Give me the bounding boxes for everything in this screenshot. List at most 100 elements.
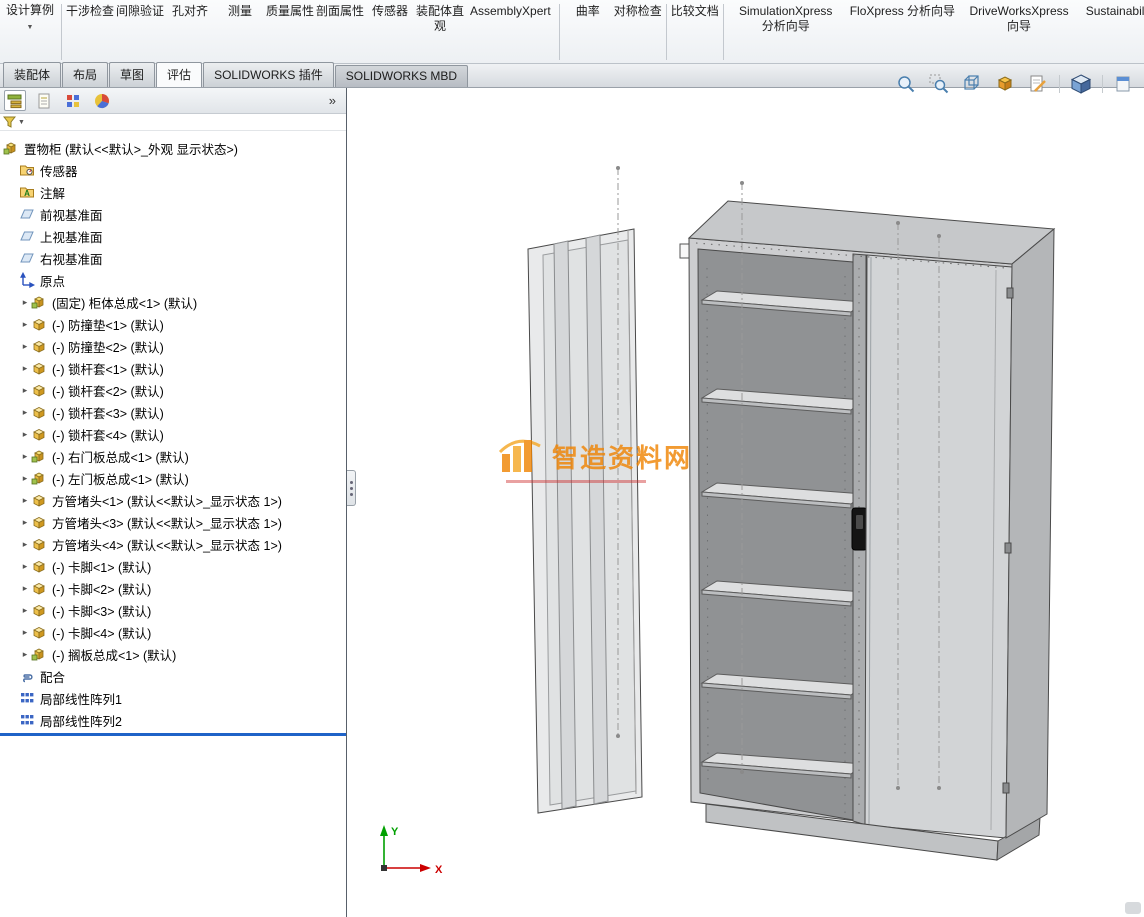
tree-item-label: 配合	[40, 667, 65, 686]
tree-item-label: 方管堵头<1> (默认<<默认>_显示状态 1>)	[52, 491, 282, 510]
resize-grip[interactable]	[1125, 902, 1141, 914]
apply-scene-icon[interactable]	[1026, 73, 1050, 95]
expand-arrow-icon[interactable]: ▸	[19, 583, 31, 594]
expand-arrow-icon[interactable]: ▸	[19, 605, 31, 616]
tree-item[interactable]: ▸(-) 左门板总成<1> (默认)	[3, 467, 346, 489]
zoom-area-icon[interactable]	[927, 73, 951, 95]
tree-item-label: 上视基准面	[40, 227, 103, 246]
ribbon-button[interactable]: Sustainability	[1078, 3, 1144, 20]
tree-item[interactable]: A注解	[3, 181, 346, 203]
expand-arrow-icon[interactable]: ▸	[19, 319, 31, 330]
ribbon-button[interactable]: 曲率	[563, 3, 613, 20]
ribbon-button[interactable]: 传感器	[365, 3, 415, 20]
tree-item[interactable]: 配合	[3, 665, 346, 687]
tree-item[interactable]: ▸(-) 卡脚<4> (默认)	[3, 621, 346, 643]
expand-arrow-icon[interactable]: ▸	[19, 429, 31, 440]
ribbon-button[interactable]: 测量	[215, 3, 265, 20]
ribbon-button-label: 干涉检查	[66, 4, 114, 18]
expand-arrow-icon[interactable]: ▸	[19, 517, 31, 528]
tree-item[interactable]: 右视基准面	[3, 247, 346, 269]
commandmanager-tab[interactable]: SOLIDWORKS 插件	[203, 62, 334, 87]
expand-arrow-icon[interactable]: ▸	[19, 561, 31, 572]
tree-item-label: (-) 锁杆套<3> (默认)	[52, 403, 164, 422]
tree-item-label: 方管堵头<4> (默认<<默认>_显示状态 1>)	[52, 535, 282, 554]
feature-tree: 置物柜 (默认<<默认>_外观 显示状态>)传感器A注解前视基准面上视基准面右视…	[0, 131, 346, 731]
cabinet-model[interactable]	[348, 88, 1144, 917]
ribbon-button[interactable]: 对称检查	[613, 3, 663, 20]
ribbon-button[interactable]: 装配体直观	[415, 3, 465, 35]
tree-item[interactable]: 上视基准面	[3, 225, 346, 247]
commandmanager-tab[interactable]: 评估	[156, 62, 202, 87]
ribbon-button[interactable]: 间隙验证	[115, 3, 165, 20]
expand-arrow-icon[interactable]: ▸	[19, 473, 31, 484]
dropdown-arrow-icon[interactable]: ▼	[2, 20, 58, 35]
task-pane-icon[interactable]	[1112, 73, 1136, 95]
panel-overflow-chevron-icon[interactable]: »	[329, 93, 342, 108]
propertymanager-tab-icon[interactable]	[33, 90, 55, 111]
expand-arrow-icon[interactable]: ▸	[19, 341, 31, 352]
commandmanager-tab[interactable]: 草图	[109, 62, 155, 87]
tree-item[interactable]: 局部线性阵列2	[3, 709, 346, 731]
commandmanager-tab[interactable]: SOLIDWORKS MBD	[335, 65, 468, 87]
expand-arrow-icon[interactable]: ▸	[19, 407, 31, 418]
ribbon-button-label: 曲率	[576, 4, 600, 18]
expand-arrow-icon[interactable]: ▸	[19, 297, 31, 308]
graphics-viewport[interactable]: 智造资料网 Y X	[348, 88, 1144, 917]
expand-arrow-icon[interactable]: ▸	[19, 495, 31, 506]
tree-item[interactable]: ▸(-) 右门板总成<1> (默认)	[3, 445, 346, 467]
sensors-icon	[19, 162, 36, 178]
configurationmanager-tab-icon[interactable]	[62, 90, 84, 111]
tree-item[interactable]: 前视基准面	[3, 203, 346, 225]
ribbon-button[interactable]: 孔对齐	[165, 3, 215, 20]
design-study-button[interactable]: 设计算例 ▼	[2, 3, 58, 35]
tree-item[interactable]: 置物柜 (默认<<默认>_外观 显示状态>)	[3, 137, 346, 159]
expand-arrow-icon[interactable]: ▸	[19, 539, 31, 550]
displaymanager-tab-icon[interactable]	[91, 90, 113, 111]
view-orientation-icon[interactable]	[960, 73, 984, 95]
commandmanager-tab[interactable]: 装配体	[3, 62, 61, 87]
section-view-icon[interactable]	[993, 73, 1017, 95]
commandmanager-tab[interactable]: 布局	[62, 62, 108, 87]
tree-item[interactable]: ▸(-) 锁杆套<2> (默认)	[3, 379, 346, 401]
ribbon-button[interactable]: 质量属性	[265, 3, 315, 20]
panel-collapse-handle[interactable]	[347, 470, 356, 506]
tree-item[interactable]: ▸(-) 锁杆套<4> (默认)	[3, 423, 346, 445]
tree-item[interactable]: ▸(-) 防撞垫<2> (默认)	[3, 335, 346, 357]
expand-arrow-icon[interactable]: ▸	[19, 385, 31, 396]
featuremanager-tab-icon[interactable]	[4, 90, 26, 111]
pattern-icon	[19, 712, 36, 728]
tree-item[interactable]: 原点	[3, 269, 346, 291]
ribbon-button[interactable]: FloXpress 分析向导	[845, 3, 960, 20]
tree-item[interactable]: 传感器	[3, 159, 346, 181]
ribbon-button[interactable]: 比较文档	[670, 3, 720, 20]
ribbon-button[interactable]: 剖面属性	[315, 3, 365, 20]
tree-item[interactable]: ▸ 方管堵头<1> (默认<<默认>_显示状态 1>)	[3, 489, 346, 511]
tree-item[interactable]: ▸(-) 搁板总成<1> (默认)	[3, 643, 346, 665]
expand-arrow-icon[interactable]: ▸	[19, 627, 31, 638]
tree-item[interactable]: ▸(固定) 柜体总成<1> (默认)	[3, 291, 346, 313]
tree-item[interactable]: ▸ 方管堵头<4> (默认<<默认>_显示状态 1>)	[3, 533, 346, 555]
expand-arrow-icon[interactable]: ▸	[19, 451, 31, 462]
tree-item-label: 前视基准面	[40, 205, 103, 224]
tree-item[interactable]: ▸(-) 防撞垫<1> (默认)	[3, 313, 346, 335]
view-cube-icon[interactable]	[1069, 73, 1093, 95]
tree-item[interactable]: ▸(-) 卡脚<3> (默认)	[3, 599, 346, 621]
expand-arrow-icon[interactable]: ▸	[19, 649, 31, 660]
zoom-fit-icon[interactable]	[894, 73, 918, 95]
tree-item[interactable]: 局部线性阵列1	[3, 687, 346, 709]
tree-item[interactable]: ▸(-) 卡脚<1> (默认)	[3, 555, 346, 577]
tree-item[interactable]: ▸方管堵头<3> (默认<<默认>_显示状态 1>)	[3, 511, 346, 533]
ribbon-button[interactable]: 干涉检查	[65, 3, 115, 20]
filter-dropdown-icon[interactable]: ▼	[18, 119, 25, 126]
ribbon-button-label: DriveWorksXpress 向导	[969, 4, 1068, 33]
ribbon-button[interactable]: DriveWorksXpress 向导	[960, 3, 1078, 35]
rollback-bar[interactable]	[0, 733, 346, 736]
tree-item[interactable]: ▸ (-) 锁杆套<3> (默认)	[3, 401, 346, 423]
tree-filter-row[interactable]: ▼	[0, 114, 346, 131]
expand-arrow-icon[interactable]: ▸	[19, 363, 31, 374]
ribbon-button-label: SimulationXpress 分析向导	[739, 4, 832, 33]
ribbon-button[interactable]: AssemblyXpert	[465, 3, 556, 20]
tree-item[interactable]: ▸(-) 卡脚<2> (默认)	[3, 577, 346, 599]
tree-item[interactable]: ▸(-) 锁杆套<1> (默认)	[3, 357, 346, 379]
ribbon-button[interactable]: SimulationXpress 分析向导	[727, 3, 845, 35]
